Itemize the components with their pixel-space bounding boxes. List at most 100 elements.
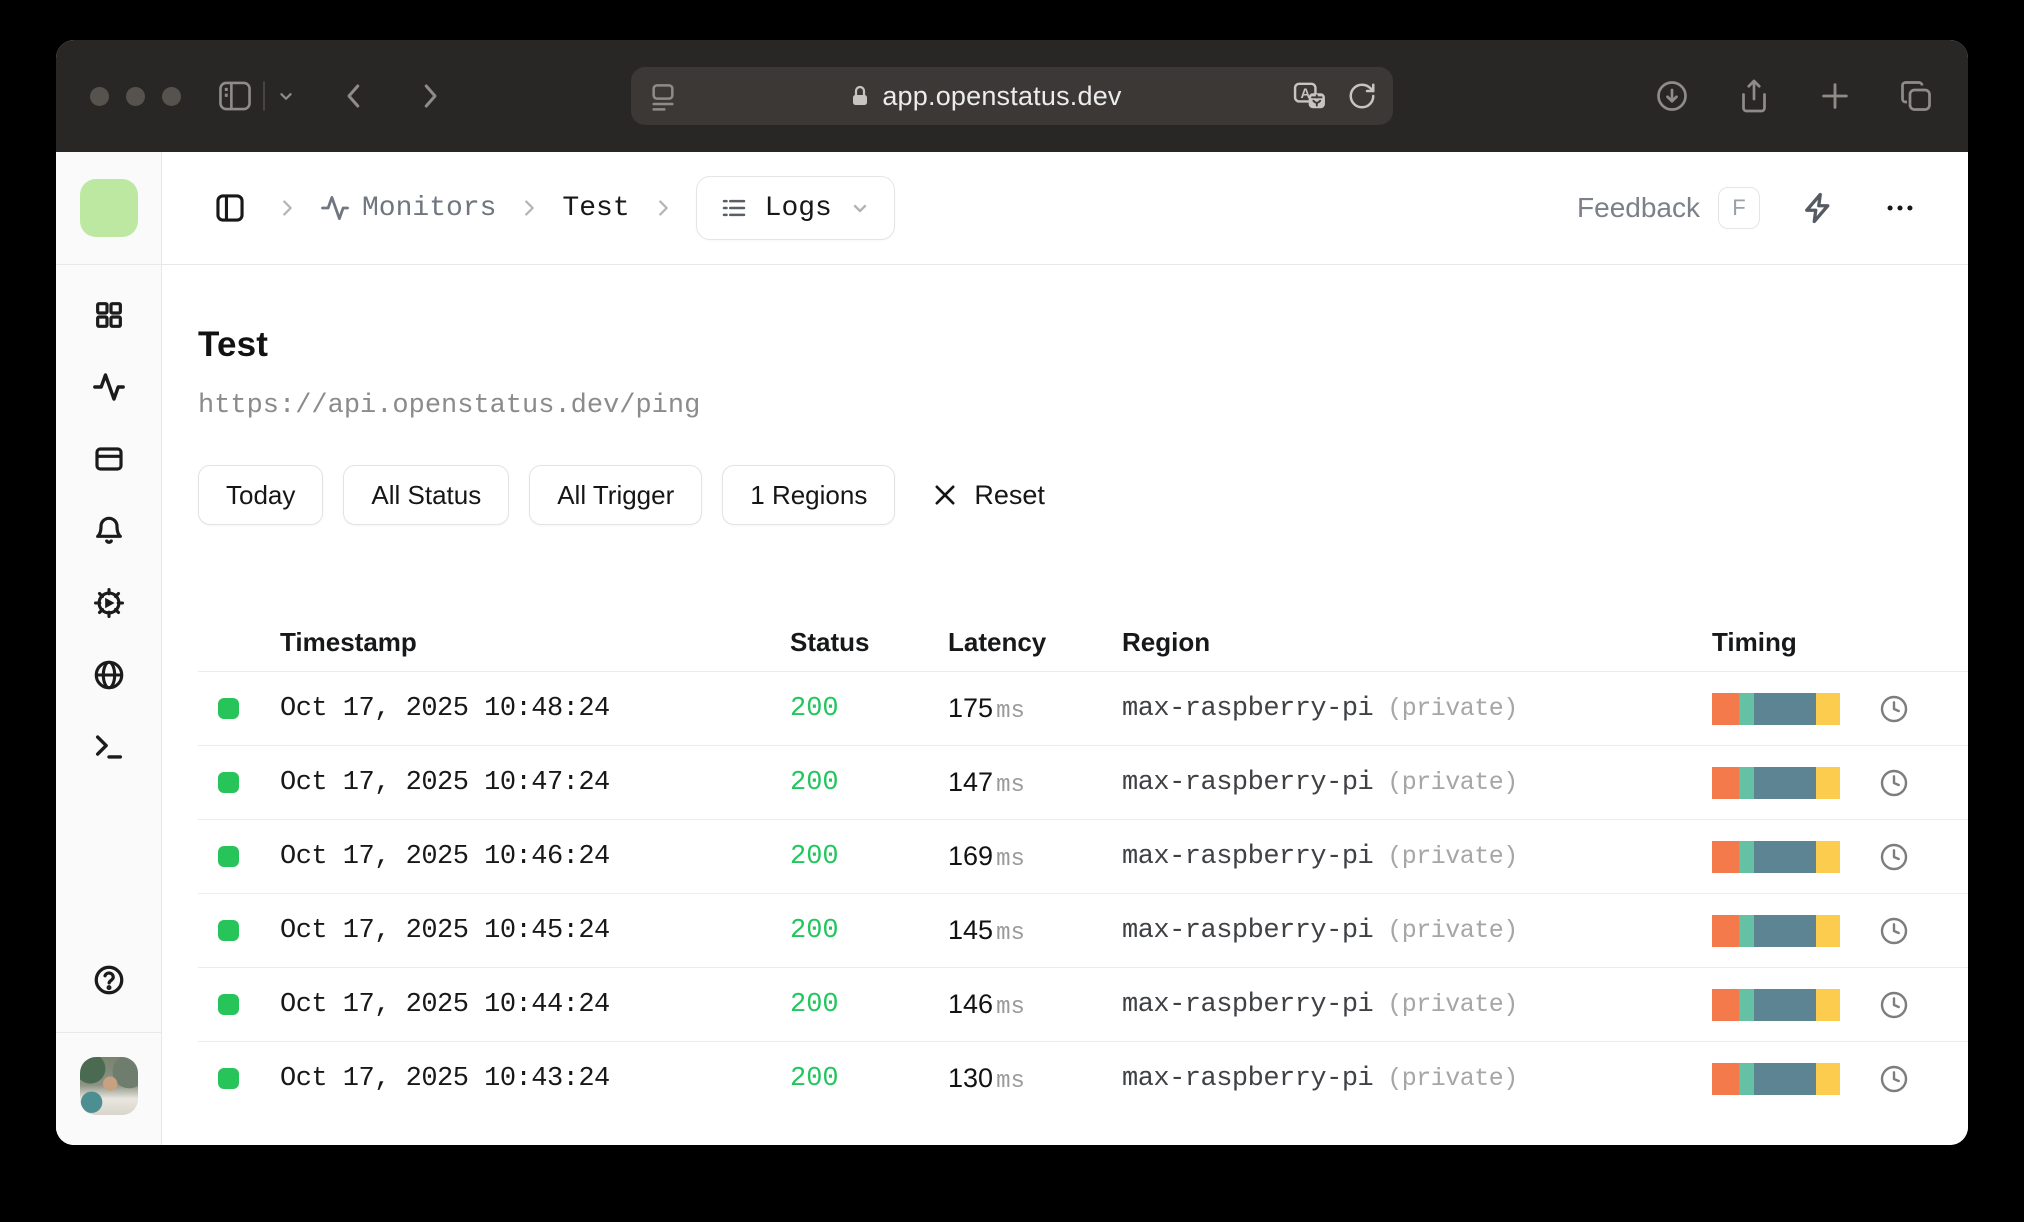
row-status: 200 [790,767,839,798]
row-latency-unit: ms [996,993,1025,1021]
tab-overview-icon[interactable] [1898,78,1934,114]
timing-bar[interactable] [1712,988,1840,1021]
row-region-note: (private) [1387,915,1518,945]
table-row[interactable]: Oct 17, 2025 10:48:24 200 175 ms max-ras… [198,671,1968,745]
new-tab-icon[interactable] [1818,79,1852,113]
timing-segment [1738,1062,1755,1095]
page-settings-icon[interactable] [647,80,679,112]
zap-icon[interactable] [1794,184,1842,232]
help-button[interactable] [73,944,145,1016]
timing-segment [1712,914,1739,947]
row-status: 200 [790,693,839,724]
filter-today[interactable]: Today [198,465,324,525]
minimize-window-button[interactable] [126,86,145,106]
panel-top-icon [93,443,125,475]
table-row[interactable]: Oct 17, 2025 10:44:24 200 146 ms max-ras… [198,967,1968,1041]
row-region: max-raspberry-pi [1122,693,1374,724]
sidebar-item-cli[interactable] [73,711,145,783]
feedback-label: Feedback [1577,192,1700,223]
sidebar-menu-chevron-icon[interactable] [275,85,297,107]
translate-icon[interactable]: A [1291,79,1329,113]
breadcrumb-monitor-name[interactable]: Test [562,193,629,224]
filter-all-trigger[interactable]: All Trigger [529,465,703,525]
browser-toolbar: app.openstatus.dev A [56,40,1968,152]
view-switcher-button[interactable]: Logs [695,176,895,240]
row-status: 200 [790,915,839,946]
timing-segment [1712,840,1739,873]
filter-all-status[interactable]: All Status [343,465,510,525]
col-timing: Timing [1712,626,1797,657]
zoom-window-button[interactable] [162,86,181,106]
sidebar-item-dashboard[interactable] [73,279,145,351]
timing-segment [1754,840,1816,873]
sidebar-divider [56,1032,161,1033]
filter-1-regions[interactable]: 1 Regions [722,465,896,525]
bell-icon [93,515,125,547]
timing-segment [1712,988,1739,1021]
clock-icon [1878,915,1910,947]
dashboard-grid-icon [93,299,125,331]
sidebar-item-status-pages[interactable] [73,423,145,495]
breadcrumb-monitors[interactable]: Monitors [320,193,496,224]
lock-icon [848,83,872,109]
timing-bar[interactable] [1712,1062,1840,1095]
table-row[interactable]: Oct 17, 2025 10:46:24 200 169 ms max-ras… [198,819,1968,893]
row-timestamp: Oct 17, 2025 10:48:24 [280,693,610,724]
user-avatar[interactable] [79,1057,138,1115]
clock-icon [1878,767,1910,799]
timing-bar[interactable] [1712,914,1840,947]
row-region-note: (private) [1387,841,1518,871]
chevron-down-icon [848,196,872,220]
clock-icon [1878,841,1910,873]
row-latency-value: 145 [948,914,994,945]
sidebar-toggle-icon[interactable] [217,80,253,112]
url-text[interactable]: app.openstatus.dev [882,81,1121,112]
row-region: max-raspberry-pi [1122,989,1374,1020]
row-latency-unit: ms [996,697,1025,725]
list-icon [719,193,749,223]
table-row[interactable]: Oct 17, 2025 10:45:24 200 145 ms max-ras… [198,893,1968,967]
row-status: 200 [790,841,839,872]
close-window-button[interactable] [90,86,109,106]
clock-icon [1878,1063,1910,1095]
back-icon[interactable] [339,79,369,113]
share-icon[interactable] [1736,77,1772,115]
timing-segment [1754,988,1816,1021]
downloads-icon[interactable] [1654,78,1690,114]
close-icon [931,481,959,509]
view-switcher-label: Logs [764,192,832,224]
sidebar-item-domains[interactable] [73,639,145,711]
timing-bar[interactable] [1712,840,1840,873]
reload-icon[interactable] [1347,81,1377,111]
sidebar-item-notifications[interactable] [73,495,145,567]
page-title: Test [198,325,269,364]
row-latency-unit: ms [996,845,1025,873]
reset-filters-button[interactable]: Reset [931,480,1045,511]
timing-segment [1815,692,1840,725]
timing-bar[interactable] [1712,692,1840,725]
timing-segment [1815,1062,1840,1095]
breadcrumb-monitors-label: Monitors [362,192,497,224]
table-row[interactable]: Oct 17, 2025 10:43:24 200 130 ms max-ras… [198,1041,1968,1115]
clock-icon [1878,693,1910,725]
row-timestamp: Oct 17, 2025 10:47:24 [280,767,610,798]
table-row[interactable]: Oct 17, 2025 10:47:24 200 147 ms max-ras… [198,745,1968,819]
row-region-note: (private) [1387,693,1518,723]
row-latency-value: 146 [948,988,994,1019]
col-timestamp: Timestamp [280,626,417,657]
openstatus-logo[interactable] [79,179,138,237]
row-status: 200 [790,1063,839,1094]
address-bar[interactable]: app.openstatus.dev A [631,67,1393,125]
clock-icon [1878,989,1910,1021]
col-latency: Latency [948,626,1047,657]
sidebar-item-monitors[interactable] [73,351,145,423]
timing-bar[interactable] [1712,766,1840,799]
sidebar-item-settings[interactable] [73,567,145,639]
panel-left-icon[interactable] [206,184,254,232]
row-region-note: (private) [1387,1063,1518,1093]
ellipsis-icon[interactable] [1876,184,1924,232]
row-status: 200 [790,989,839,1020]
forward-icon[interactable] [415,79,445,113]
feedback-button[interactable]: Feedback F [1577,187,1760,229]
row-latency-unit: ms [996,771,1025,799]
